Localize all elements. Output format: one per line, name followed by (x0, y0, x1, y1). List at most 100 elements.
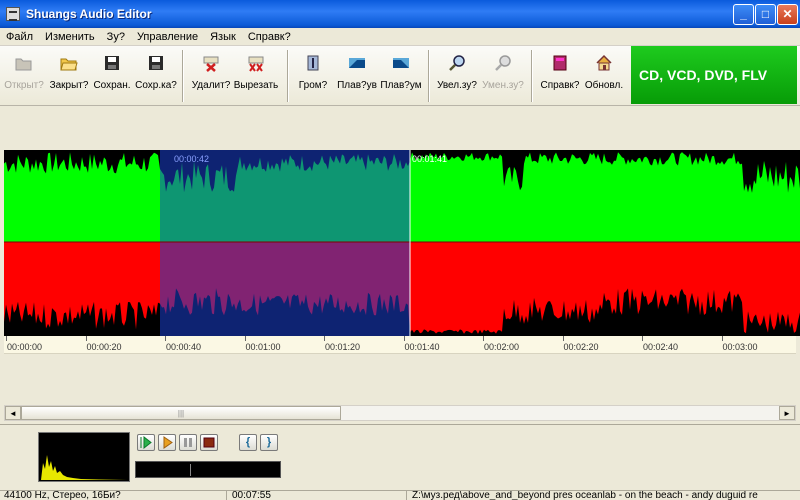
play-selection-button[interactable] (158, 434, 176, 451)
window-title: Shuangs Audio Editor (26, 7, 152, 21)
open-label: Открыт? (4, 80, 44, 91)
promo-banner[interactable]: CD, VCD, DVD, FLV (631, 46, 797, 104)
timeline-label: 00:01:20 (325, 342, 361, 352)
cursor-time-label: 00:01:41 (412, 154, 448, 164)
menu-file[interactable]: Файл (0, 28, 39, 43)
pause-icon (184, 438, 192, 447)
timeline-label: 00:02:20 (563, 342, 599, 352)
zoom-out-button[interactable]: Умен.зу? (480, 52, 526, 100)
home-icon (595, 54, 613, 72)
save-as-disk-icon (147, 54, 165, 72)
timeline-label: 00:01:00 (245, 342, 281, 352)
mark-start-button[interactable]: { (239, 434, 257, 451)
fade-in-label: Плав?ув (337, 80, 377, 91)
delete-icon (202, 54, 220, 72)
status-separator (406, 491, 407, 500)
save-label: Сохран. (93, 80, 131, 91)
fade-out-icon (392, 54, 410, 72)
waveform-canvas[interactable] (4, 150, 800, 336)
timeline-tick (403, 336, 405, 341)
open-folder-icon (15, 54, 33, 72)
app-window: Shuangs Audio Editor _ □ ✕ Файл Изменить З… (0, 0, 800, 500)
status-bar: 44100 Hz, Стерео, 16Би? 00:07:55 Z:\муз.… (0, 490, 800, 500)
timeline-label: 00:03:00 (722, 342, 758, 352)
update-button[interactable]: Обновл. (583, 52, 625, 100)
minimize-button[interactable]: _ (733, 4, 754, 25)
close-folder-icon (60, 54, 78, 72)
zoom-in-label: Увел.зу? (437, 80, 477, 91)
timeline-label: 00:01:40 (404, 342, 440, 352)
timeline-tick (85, 336, 87, 341)
status-separator (226, 491, 227, 500)
maximize-button[interactable]: □ (755, 4, 776, 25)
help-button[interactable]: Справк? (538, 52, 582, 100)
toolbar-separator (287, 50, 289, 102)
timeline-label: 00:00:40 (166, 342, 202, 352)
toolbar-separator (531, 50, 533, 102)
zoom-in-button[interactable]: Увел.зу? (435, 52, 479, 100)
save-disk-icon (103, 54, 121, 72)
save-button[interactable]: Сохран. (92, 52, 132, 100)
close-file-label: Закрыт? (49, 80, 89, 91)
menu-sound[interactable]: Зу? (101, 28, 131, 43)
spectrum-graph (41, 455, 127, 480)
timeline-ruler[interactable]: 00:00:00 00:00:20 00:00:40 00:01:00 00:01:20… (4, 336, 796, 354)
title-bar[interactable]: Shuangs Audio Editor _ □ ✕ (0, 0, 800, 28)
delete-button[interactable]: Удалит? (190, 52, 232, 100)
help-label: Справк? (540, 80, 580, 91)
save-as-button[interactable]: Сохр.ка? (134, 52, 178, 100)
status-file-path: Z:\муз.ред\above_and_beyond pres oceanla… (412, 490, 758, 500)
stop-button[interactable] (200, 434, 218, 451)
fade-in-icon (348, 54, 366, 72)
timeline-tick (562, 336, 564, 341)
timeline-tick (165, 336, 166, 341)
help-book-icon (551, 54, 569, 72)
toolbar-separator (182, 50, 184, 102)
fade-out-button[interactable]: Плав?ум (380, 52, 422, 100)
save-as-label: Сохр.ка? (135, 80, 177, 91)
close-file-button[interactable]: Закрыт? (46, 52, 92, 100)
scroll-left-button[interactable]: ◄ (5, 406, 21, 420)
status-format: 44100 Hz, Стерео, 16Би? (4, 490, 121, 500)
stop-icon (203, 437, 215, 448)
volume-label: Гром? (298, 80, 328, 91)
status-duration: 00:07:55 (232, 490, 271, 500)
horizontal-scrollbar[interactable]: ◄ ||| ► (4, 405, 796, 421)
play-icon (140, 435, 152, 450)
fade-out-label: Плав?ум (380, 80, 422, 91)
timeline-tick (244, 336, 246, 341)
zoom-out-icon (494, 54, 512, 72)
menu-help[interactable]: Справк? (242, 28, 297, 43)
fade-in-button[interactable]: Плав?ув (335, 52, 379, 100)
mark-end-button[interactable]: } (260, 434, 278, 451)
timeline-label: 00:02:40 (643, 342, 679, 352)
cut-icon (247, 54, 265, 72)
timeline-label: 00:00:20 (86, 342, 122, 352)
close-button[interactable]: ✕ (777, 4, 798, 25)
cut-label: Вырезать (233, 80, 279, 91)
menu-language[interactable]: Язык (204, 28, 242, 43)
open-button[interactable]: Открыт? (2, 52, 46, 100)
zoom-in-icon (448, 54, 466, 72)
update-label: Обновл. (584, 80, 624, 91)
play-button[interactable] (137, 434, 155, 451)
scroll-thumb[interactable]: ||| (21, 406, 341, 420)
volume-icon (304, 54, 322, 72)
spectrum-analyzer (38, 432, 130, 482)
cut-button[interactable]: Вырезать (232, 52, 280, 100)
selection-start-label: 00:00:42 (174, 154, 210, 164)
menu-edit[interactable]: Изменить (39, 28, 101, 43)
timeline-tick (721, 336, 723, 341)
playback-progress[interactable] (135, 461, 281, 478)
playback-position-marker (190, 464, 191, 476)
waveform-view[interactable]: 00:00:42 00:01:41 (4, 150, 800, 336)
menu-bar: Файл Изменить Зу? Управление Язык Справк? (0, 28, 800, 46)
timeline-tick (483, 336, 484, 341)
scroll-right-button[interactable]: ► (779, 406, 795, 420)
play-selection-icon (163, 436, 173, 449)
volume-button[interactable]: Гром? (296, 52, 330, 100)
selection-region[interactable] (160, 150, 410, 336)
pause-button[interactable] (179, 434, 197, 451)
menu-control[interactable]: Управление (131, 28, 204, 43)
delete-label: Удалит? (191, 80, 231, 91)
